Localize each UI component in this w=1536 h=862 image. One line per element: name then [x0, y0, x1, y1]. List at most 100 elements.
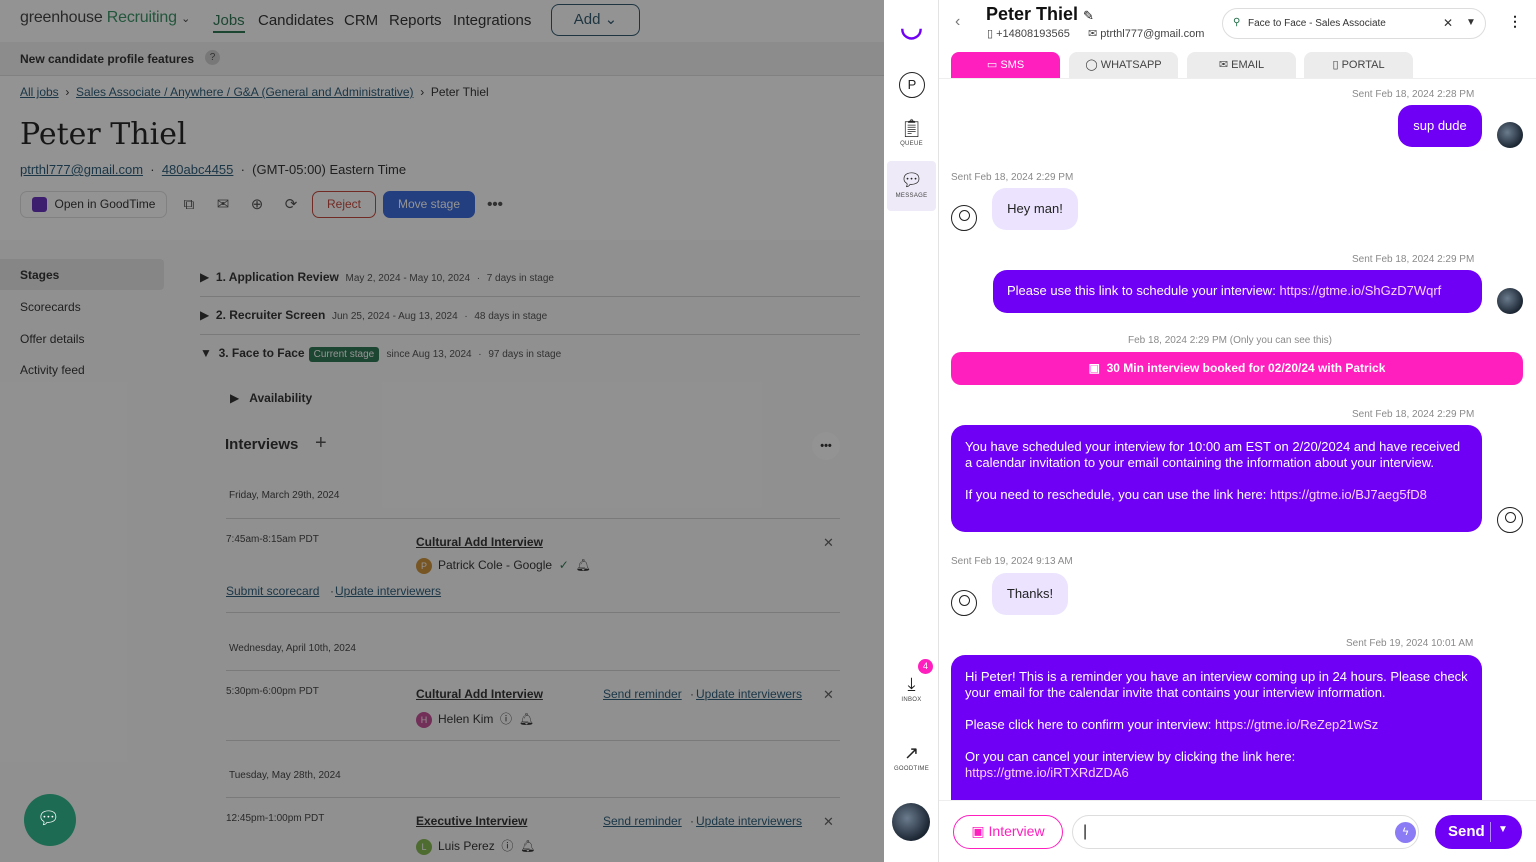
nav-candidates[interactable]: Candidates [258, 12, 334, 29]
close-icon[interactable]: ✕ [823, 814, 834, 830]
breadcrumb: All jobs › Sales Associate / Anywhere / … [20, 85, 489, 99]
message-link[interactable]: https://gtme.io/BJ7aeg5fD8 [1270, 487, 1427, 502]
help-icon[interactable]: ? [205, 50, 220, 65]
reject-button[interactable]: Reject [312, 191, 376, 218]
bell-icon[interactable]: 🔔︎ [519, 712, 534, 726]
kebab-menu-icon[interactable]: ⋮ [1508, 13, 1522, 30]
avatar: L [416, 838, 432, 855]
whatsapp-icon: ◯ [1085, 59, 1098, 71]
submit-scorecard-link[interactable]: Submit scorecard [226, 584, 319, 598]
availability-toggle[interactable]: ▶ Availability [230, 391, 312, 405]
breadcrumb-job[interactable]: Sales Associate / Anywhere / G&A (Genera… [76, 85, 414, 99]
sender-avatar [1497, 288, 1523, 314]
sidebar-item-offer-details[interactable]: Offer details [20, 332, 84, 346]
move-stage-button[interactable]: Move stage [383, 191, 475, 218]
stage-row[interactable]: ▶ 1. Application Review May 2, 2024 - Ma… [200, 270, 554, 284]
user-avatar[interactable] [892, 803, 930, 841]
add-circle-icon[interactable]: ⊕ [246, 194, 268, 216]
greenhouse-logo[interactable]: greenhouse Recruiting ⌄ [20, 9, 190, 27]
candidate-id[interactable]: 480abc4455 [162, 162, 234, 177]
add-interview-icon[interactable]: + [315, 432, 327, 455]
tab-portal[interactable]: ▯ PORTAL [1304, 52, 1413, 78]
interviews-more-icon[interactable]: ••• [812, 432, 840, 460]
update-interviewers-link[interactable]: Update interviewers [335, 584, 441, 598]
panel-phone: ▯ +14808193565 [987, 28, 1070, 40]
tab-email[interactable]: ✉ EMAIL [1187, 52, 1296, 78]
chevron-down-icon[interactable]: ▼ [1498, 824, 1508, 835]
caret-right-icon: ▶ [230, 391, 240, 405]
send-reminder-link[interactable]: Send reminder [603, 814, 682, 828]
interviewer: P Patrick Cole - Google ✓ 🔔︎ [416, 558, 591, 574]
mail-icon[interactable]: ✉ [212, 194, 234, 216]
interview-title[interactable]: Cultural Add Interview [416, 535, 543, 549]
download-icon: ⤓ [907, 674, 916, 694]
interview-time: 7:45am-8:15am PDT [226, 534, 319, 545]
divider [200, 334, 860, 335]
timestamp: Sent Feb 18, 2024 2:28 PM [1352, 89, 1475, 100]
nav-reports[interactable]: Reports [389, 12, 442, 29]
profile-avatar[interactable]: P [899, 72, 925, 98]
interview-title[interactable]: Executive Interview [416, 814, 527, 828]
sidebar-item-scorecards[interactable]: Scorecards [20, 300, 81, 314]
clipboard-icon: 📋︎ [900, 118, 923, 138]
message-link[interactable]: https://gtme.io/ShGzD7Wqrf [1279, 283, 1441, 298]
candidate-name: Peter Thiel [20, 117, 187, 152]
refresh-icon[interactable]: ⟳ [280, 194, 302, 216]
nav-integrations[interactable]: Integrations [453, 12, 531, 29]
interview-date: Friday, March 29th, 2024 [229, 490, 340, 501]
contact-avatar-icon [951, 590, 977, 616]
interview-title[interactable]: Cultural Add Interview [416, 687, 543, 701]
tab-whatsapp[interactable]: ◯ WHATSAPP [1069, 52, 1178, 78]
link-separator: · [690, 814, 694, 828]
internal-note: Feb 18, 2024 2:29 PM (Only you can see t… [1128, 335, 1332, 346]
edit-icon[interactable]: ✎ [1083, 8, 1094, 23]
copy-icon[interactable]: ⧉ [178, 194, 200, 216]
message-link[interactable]: https://gtme.io/ReZep21wSz [1215, 717, 1378, 732]
tab-sms[interactable]: ▭ SMS [951, 52, 1060, 78]
chevron-down-icon: ⌄ [604, 11, 618, 28]
stage-icon: ⚲ [1233, 17, 1241, 28]
greenhouse-page: greenhouse Recruiting ⌄ Jobs Candidates … [0, 0, 884, 862]
message-outgoing: You have scheduled your interview for 10… [951, 425, 1482, 532]
message-outgoing: Hi Peter! This is a reminder you have an… [951, 655, 1482, 805]
close-icon[interactable]: ✕ [823, 687, 834, 703]
interview-time: 5:30pm-6:00pm PDT [226, 686, 319, 697]
message-incoming: Hey man! [992, 188, 1078, 230]
message-link[interactable]: https://gtme.io/iRTXRdZDA6 [965, 765, 1468, 781]
chat-fab[interactable]: 💬︎ [24, 794, 76, 846]
ai-bolt-icon[interactable]: ϟ [1395, 822, 1416, 843]
bell-icon[interactable]: 🔔︎ [575, 558, 590, 572]
rail-message[interactable]: 💬︎ MESSAGE [884, 170, 939, 199]
interview-button[interactable]: ▣ Interview [953, 815, 1063, 849]
goodtime-logo-icon[interactable]: ◡ [884, 12, 939, 43]
clear-icon[interactable]: ✕ [1443, 16, 1453, 30]
send-reminder-link[interactable]: Send reminder [603, 687, 682, 701]
avatar: H [416, 711, 432, 728]
breadcrumb-all-jobs[interactable]: All jobs [20, 85, 59, 99]
close-icon[interactable]: ✕ [823, 535, 834, 551]
more-icon[interactable]: ••• [484, 194, 506, 216]
rail-queue[interactable]: 📋︎ QUEUE [884, 118, 939, 147]
add-button[interactable]: Add ⌄ [551, 4, 640, 36]
rail-inbox[interactable]: ⤓ INBOX [884, 674, 939, 703]
stage-select[interactable]: ⚲ Face to Face - Sales Associate ✕ ▼ [1222, 8, 1486, 39]
chevron-down-icon[interactable]: ▼ [1466, 17, 1476, 28]
send-button[interactable]: Send ▼ [1435, 815, 1522, 849]
sidebar-item-stages[interactable]: Stages [20, 268, 59, 282]
back-chevron-icon[interactable]: ‹ [955, 13, 960, 31]
stage-row[interactable]: ▶ 2. Recruiter Screen Jun 25, 2024 - Aug… [200, 308, 547, 322]
update-interviewers-link[interactable]: Update interviewers [696, 814, 802, 828]
nav-crm[interactable]: CRM [344, 12, 378, 29]
stage-row-current[interactable]: ▼ 3. Face to Face Current stage since Aug… [200, 346, 561, 362]
phone-icon: ▯ [987, 28, 994, 40]
message-input[interactable]: | ϟ [1072, 815, 1419, 849]
sidebar-item-activity-feed[interactable]: Activity feed [20, 363, 85, 377]
update-interviewers-link[interactable]: Update interviewers [696, 687, 802, 701]
rail-goodtime[interactable]: ↗ GOODTIME [884, 743, 939, 772]
candidate-email[interactable]: ptrthl777@gmail.com [20, 162, 143, 177]
nav-jobs[interactable]: Jobs [213, 12, 245, 33]
check-circle-icon: ✓ [558, 558, 569, 573]
link-separator: · [690, 687, 694, 701]
open-goodtime-button[interactable]: Open in GoodTime [20, 191, 167, 218]
bell-icon[interactable]: 🔔︎ [520, 839, 535, 853]
